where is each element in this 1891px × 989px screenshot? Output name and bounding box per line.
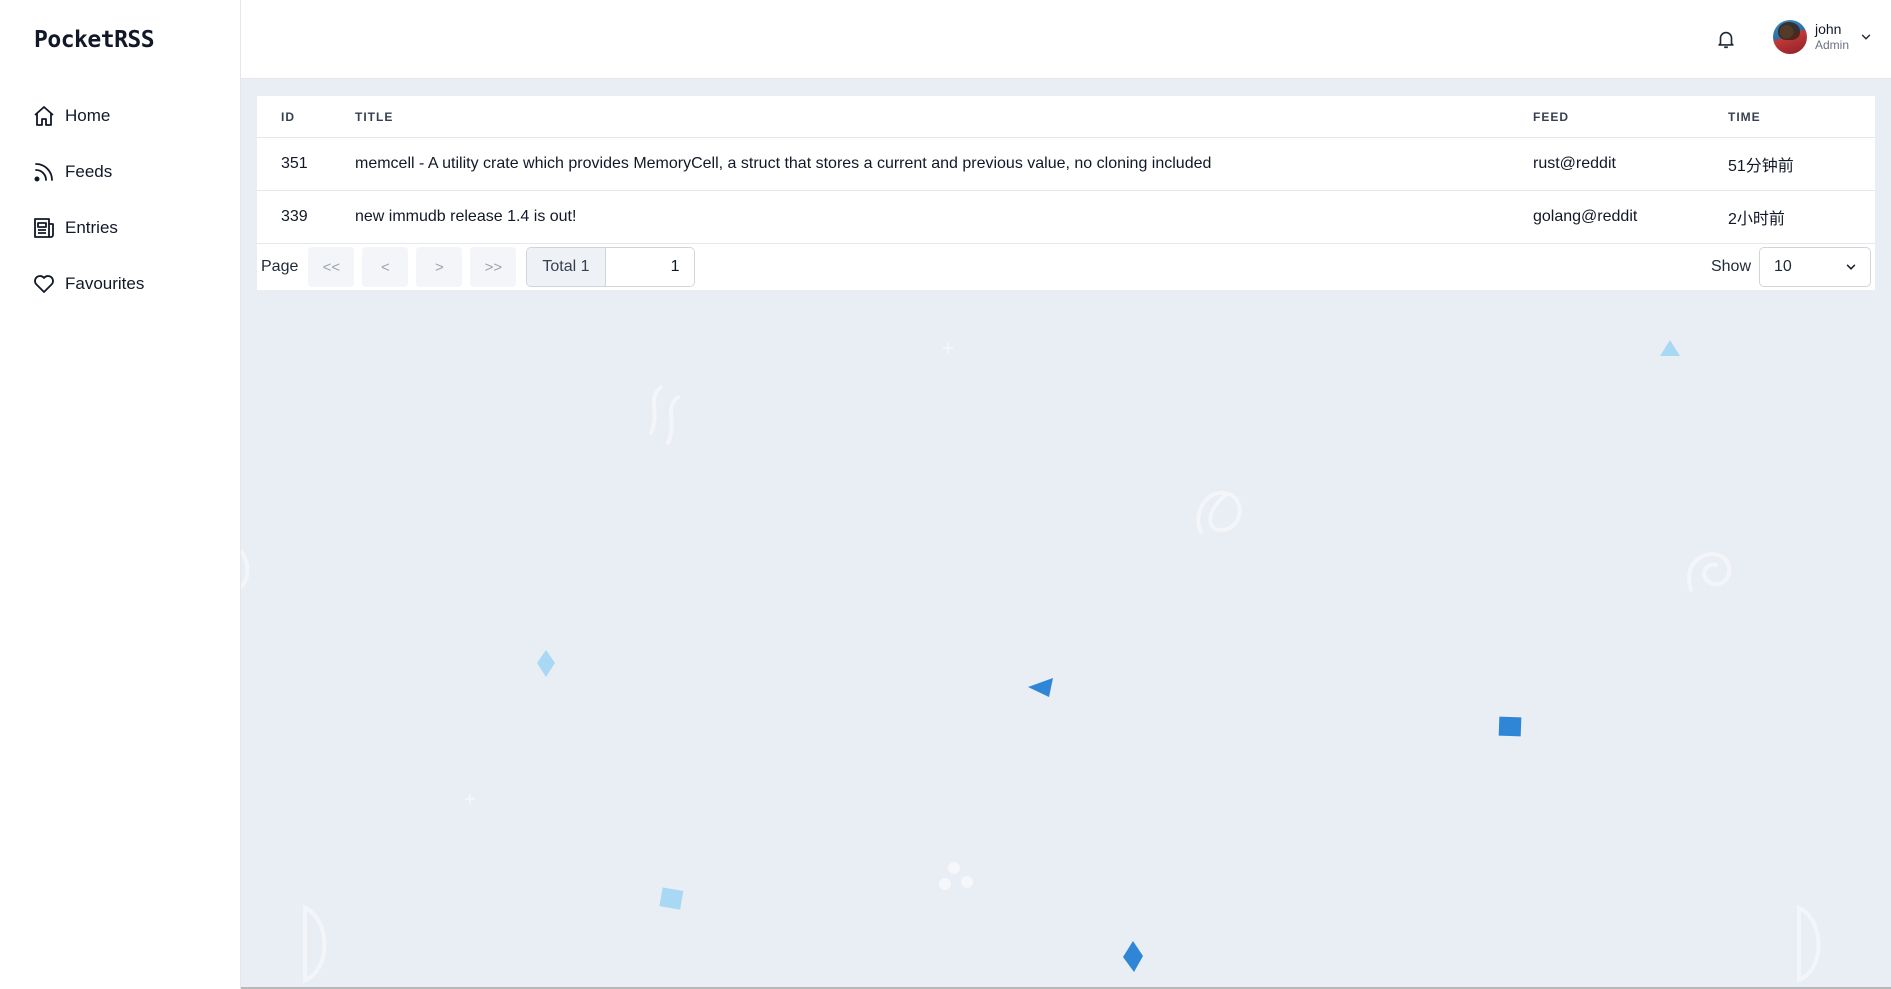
home-icon [34, 106, 54, 126]
page-input-group: Total 1 [526, 247, 695, 287]
table-row[interactable]: 351 memcell - A utility crate which prov… [257, 138, 1875, 191]
cell-feed: rust@reddit [1533, 155, 1616, 172]
sidebar: PocketRSS Home Feeds Entries Favourites [0, 0, 241, 989]
first-page-button[interactable]: << [308, 247, 355, 287]
sidebar-item-label: Entries [65, 218, 118, 237]
app-logo[interactable]: PocketRSS [34, 27, 155, 53]
heart-icon [34, 275, 54, 293]
next-page-button[interactable]: > [416, 247, 463, 287]
deco-dot [948, 862, 960, 874]
user-menu[interactable]: john Admin [1773, 20, 1873, 54]
table-row[interactable]: 339 new immudb release 1.4 is out! golan… [257, 191, 1875, 244]
entries-table-card: ID TITLE FEED TIME 351 memcell - A utili… [257, 96, 1875, 290]
page-size-control: Show 10 [1707, 247, 1871, 287]
avatar [1773, 20, 1807, 54]
sidebar-item-home[interactable]: Home [32, 88, 222, 144]
sidebar-item-entries[interactable]: Entries [32, 200, 222, 256]
column-header-feed[interactable]: FEED [1533, 110, 1728, 124]
sidebar-item-label: Feeds [65, 162, 113, 181]
rss-icon [34, 163, 53, 182]
sidebar-item-label: Favourites [65, 274, 145, 293]
chevron-down-icon [1861, 34, 1871, 40]
column-header-id[interactable]: ID [257, 110, 355, 124]
last-page-button[interactable]: >> [470, 247, 517, 287]
deco-curl [1196, 490, 1242, 534]
chevron-down-icon [1846, 264, 1856, 270]
pagination: Page << < > >> Total 1 Show 10 [257, 244, 1875, 290]
sidebar-item-feeds[interactable]: Feeds [32, 144, 222, 200]
column-header-title[interactable]: TITLE [355, 110, 1533, 124]
deco-diamond-light [537, 650, 555, 677]
sidebar-item-favourites[interactable]: Favourites [32, 256, 222, 312]
cell-id: 351 [281, 155, 308, 172]
deco-triangle-light [1660, 340, 1680, 356]
table-header: ID TITLE FEED TIME [257, 96, 1875, 138]
sidebar-item-label: Home [65, 106, 111, 125]
page-size-value: 10 [1774, 258, 1792, 275]
deco-dot [961, 876, 973, 888]
deco-squiggle [649, 385, 680, 445]
user-name: john [1815, 21, 1842, 38]
deco-square-blue [1498, 716, 1522, 737]
cell-feed: golang@reddit [1533, 208, 1638, 225]
show-label: Show [1710, 258, 1751, 275]
total-pages: Total 1 [527, 248, 606, 286]
column-header-time[interactable]: TIME [1728, 110, 1868, 124]
cell-title[interactable]: memcell - A utility crate which provides… [355, 155, 1533, 173]
sidebar-nav: Home Feeds Entries Favourites [32, 88, 222, 312]
deco-diamond-blue [1123, 941, 1143, 972]
cell-time: 2小时前 [1728, 211, 1785, 228]
page-number-input[interactable] [605, 248, 694, 286]
deco-sparkle [943, 343, 953, 353]
background-decoration [241, 340, 1821, 983]
top-header: john Admin [241, 0, 1891, 79]
cell-time: 51分钟前 [1728, 158, 1794, 175]
cell-id: 339 [281, 208, 308, 225]
deco-arc [303, 904, 327, 983]
newspaper-icon [34, 218, 54, 238]
deco-triangle-blue [1028, 678, 1053, 697]
deco-arc [1797, 904, 1821, 983]
deco-sparkle [465, 794, 475, 804]
bell-icon[interactable] [1715, 28, 1737, 50]
deco-arc [241, 549, 250, 590]
deco-spiral [1687, 552, 1732, 592]
deco-dot [939, 878, 951, 890]
page-label: Page [261, 258, 299, 275]
user-role: Admin [1815, 38, 1850, 53]
prev-page-button[interactable]: < [362, 247, 409, 287]
page-size-select[interactable]: 10 [1759, 247, 1871, 287]
deco-square-light [659, 887, 684, 910]
cell-title[interactable]: new immudb release 1.4 is out! [355, 208, 1533, 226]
